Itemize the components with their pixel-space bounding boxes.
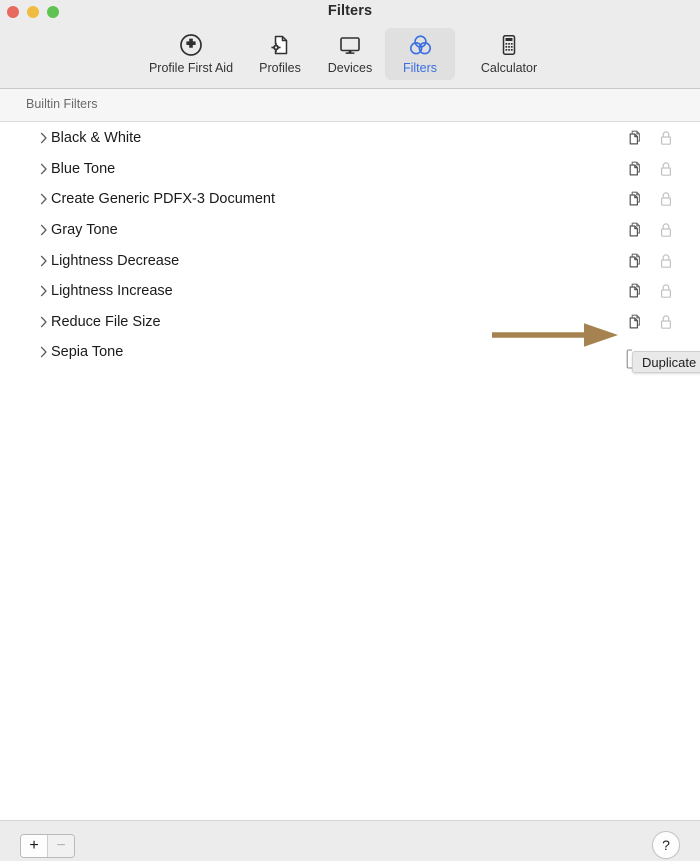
title-bar: Filters Profile First Aid Profiles Devic… xyxy=(0,0,700,89)
first-aid-icon xyxy=(179,32,203,58)
toolbar-item-devices-label: Devices xyxy=(327,61,373,75)
filter-name: Reduce File Size xyxy=(51,313,161,330)
table-row[interactable]: Sepia Tone xyxy=(0,337,700,368)
toolbar-item-filters[interactable]: Filters xyxy=(385,28,455,80)
chevron-right-icon[interactable] xyxy=(38,284,49,298)
chevron-right-icon[interactable] xyxy=(38,162,49,176)
toolbar: Profile First Aid Profiles Devices Filte… xyxy=(0,28,700,86)
filter-name: Black & White xyxy=(51,130,142,147)
table-row[interactable]: Lightness Increase xyxy=(0,276,700,307)
help-button[interactable]: ? xyxy=(652,831,680,859)
toolbar-item-profiles[interactable]: Profiles xyxy=(245,28,315,80)
toolbar-item-devices[interactable]: Devices xyxy=(315,28,385,80)
table-row[interactable]: Gray Tone xyxy=(0,215,700,246)
calculator-icon xyxy=(497,32,521,58)
builtin-filters-section-header: Builtin Filters xyxy=(0,89,700,122)
display-icon xyxy=(338,32,362,58)
toolbar-item-filters-label: Filters xyxy=(402,61,438,75)
venn-circles-icon xyxy=(408,32,433,58)
filter-name: Lightness Decrease xyxy=(51,252,180,269)
filter-name: Lightness Increase xyxy=(51,283,173,300)
table-row[interactable]: Black & White xyxy=(0,123,700,154)
filter-name: Sepia Tone xyxy=(51,344,124,361)
duplicate-pages-icon[interactable] xyxy=(626,282,644,300)
table-row[interactable]: Create Generic PDFX-3 Document xyxy=(0,184,700,215)
filter-name: Gray Tone xyxy=(51,222,118,239)
duplicate-pages-icon[interactable] xyxy=(626,221,644,239)
table-row[interactable]: Reduce File Size xyxy=(0,307,700,338)
lock-closed-icon xyxy=(659,314,673,330)
chevron-right-icon[interactable] xyxy=(38,223,49,237)
chevron-right-icon[interactable] xyxy=(38,131,49,145)
chevron-right-icon[interactable] xyxy=(38,254,49,268)
builtin-filters-label: Builtin Filters xyxy=(26,97,98,111)
bottom-toolbar xyxy=(0,820,700,861)
duplicate-tooltip: Duplicate xyxy=(632,351,700,373)
duplicate-pages-icon[interactable] xyxy=(626,129,644,147)
colorsync-utility-window: Filters Profile First Aid Profiles Devic… xyxy=(0,0,700,861)
toolbar-item-profile-first-aid[interactable]: Profile First Aid xyxy=(137,28,245,80)
lock-closed-icon xyxy=(659,130,673,146)
duplicate-pages-icon[interactable] xyxy=(626,313,644,331)
add-remove-segmented-control[interactable]: + − xyxy=(20,834,75,858)
lock-closed-icon xyxy=(659,191,673,207)
toolbar-item-calculator[interactable]: Calculator xyxy=(455,28,563,80)
duplicate-pages-icon[interactable] xyxy=(626,190,644,208)
filter-name: Create Generic PDFX-3 Document xyxy=(51,191,276,208)
lock-closed-icon xyxy=(659,161,673,177)
lock-closed-icon xyxy=(659,253,673,269)
toolbar-item-profile-first-aid-label: Profile First Aid xyxy=(148,61,234,75)
toolbar-item-profiles-label: Profiles xyxy=(259,61,301,75)
toolbar-item-calculator-label: Calculator xyxy=(480,61,538,75)
duplicate-pages-icon[interactable] xyxy=(626,252,644,270)
remove-filter-button[interactable]: − xyxy=(47,835,74,857)
duplicate-pages-icon[interactable] xyxy=(626,160,644,178)
chevron-right-icon[interactable] xyxy=(38,192,49,206)
table-row[interactable]: Lightness Decrease xyxy=(0,245,700,276)
chevron-right-icon[interactable] xyxy=(38,345,49,359)
lock-closed-icon xyxy=(659,222,673,238)
tooltip-label: Duplicate xyxy=(642,354,697,370)
table-row[interactable]: Blue Tone xyxy=(0,154,700,185)
add-filter-button[interactable]: + xyxy=(21,835,47,857)
window-title: Filters xyxy=(327,3,373,19)
lock-closed-icon xyxy=(659,283,673,299)
filter-name: Blue Tone xyxy=(51,160,116,177)
filters-list[interactable]: Black & White Blue Tone Create Generic P… xyxy=(0,123,700,820)
chevron-right-icon[interactable] xyxy=(38,315,49,329)
document-gear-icon xyxy=(268,32,292,58)
